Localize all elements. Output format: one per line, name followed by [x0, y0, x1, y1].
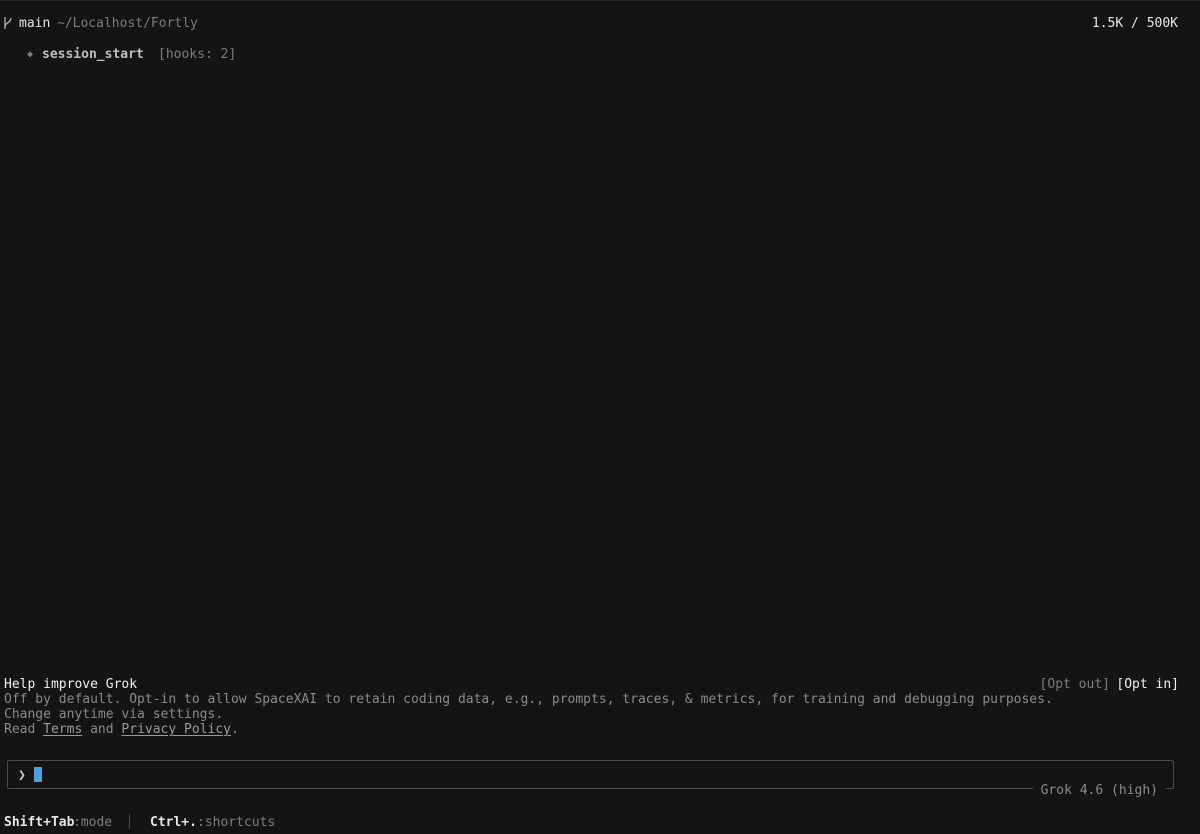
git-branch-icon: [3, 16, 13, 30]
text-cursor[interactable]: [34, 767, 42, 782]
prompt-input-box[interactable]: [7, 760, 1174, 789]
help-description: Off by default. Opt-in to allow SpaceXAI…: [4, 692, 1053, 707]
working-directory: ~/Localhost/Fortly: [57, 16, 198, 31]
opt-in-button[interactable]: [Opt in]: [1116, 677, 1179, 692]
terms-link[interactable]: Terms: [43, 722, 82, 737]
privacy-policy-link[interactable]: Privacy Policy: [121, 722, 231, 737]
branch-name: main: [19, 16, 51, 31]
top-border: [0, 0, 1200, 1]
prompt-chevron-icon: ❯: [18, 768, 26, 783]
help-improve-title: Help improve Grok: [4, 677, 138, 692]
shortcut-desc-shortcuts: :shortcuts: [197, 815, 276, 830]
period-text: .: [231, 722, 239, 737]
session-event-name: session_start: [42, 47, 144, 62]
session-hooks-count: [hooks: 2]: [158, 47, 237, 62]
and-text: and: [82, 722, 122, 737]
footer-divider: [129, 814, 130, 829]
diamond-icon: ◆: [27, 49, 34, 60]
opt-out-button[interactable]: [Opt out]: [1040, 677, 1110, 692]
read-prefix: Read: [4, 722, 44, 737]
shortcut-key-shortcuts: Ctrl+.: [150, 815, 197, 830]
model-selector[interactable]: Grok 4.6 (high): [1032, 783, 1166, 798]
help-legal-line: Read Terms and Privacy Policy.: [4, 722, 239, 737]
shortcut-key-mode: Shift+Tab: [4, 815, 75, 830]
shortcut-desc-mode: :mode: [73, 815, 113, 830]
token-usage: 1.5K / 500K: [1091, 16, 1178, 31]
help-settings-note: Change anytime via settings.: [4, 707, 224, 722]
